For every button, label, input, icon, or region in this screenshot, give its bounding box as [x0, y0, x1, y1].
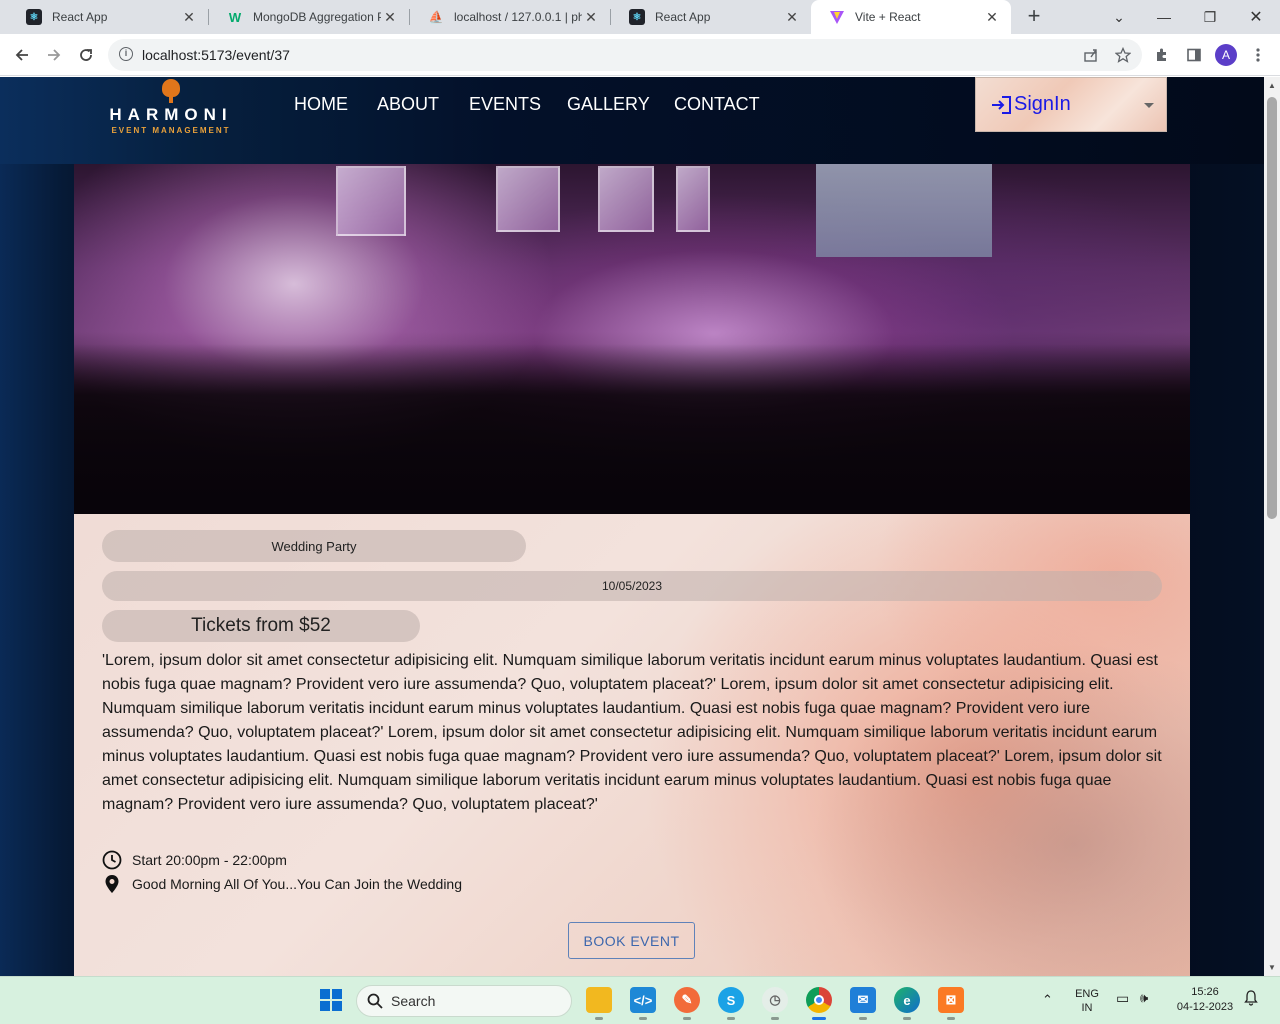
notification-bell-icon[interactable] — [1244, 990, 1258, 1009]
event-time: Start 20:00pm - 22:00pm — [132, 852, 287, 868]
nav-about[interactable]: ABOUT — [377, 94, 439, 115]
close-icon[interactable]: ✕ — [983, 9, 1001, 26]
scroll-down-icon[interactable]: ▼ — [1268, 963, 1276, 972]
logo-brand: HARMONI — [109, 105, 233, 124]
ticket-price: Tickets from $52 — [191, 615, 331, 636]
language-code: ENG — [1075, 988, 1099, 1000]
windows-taskbar: Search </> ✎ S ◷ ✉ e ⊠ ⌃ ENG IN ▭ 🕪 15:2… — [0, 976, 1280, 1024]
microphone-icon — [162, 79, 180, 103]
event-name-pill: Wedding Party — [102, 530, 526, 562]
chevron-down-icon[interactable] — [1144, 103, 1154, 108]
nav-gallery[interactable]: GALLERY — [567, 94, 650, 115]
back-icon[interactable] — [9, 43, 35, 67]
site-header: HARMONI EVENT MANAGEMENT HOME ABOUT EVEN… — [0, 77, 1264, 164]
edge-icon[interactable]: e — [894, 987, 920, 1020]
chrome-icon[interactable] — [806, 987, 832, 1020]
windows-start-icon[interactable] — [318, 987, 344, 1013]
book-event-button[interactable]: BOOK EVENT — [568, 922, 695, 959]
harmoni-logo[interactable]: HARMONI EVENT MANAGEMENT — [95, 79, 247, 139]
phpmyadmin-icon: ⛵ — [428, 10, 444, 24]
browser-tab[interactable]: W MongoDB Aggregation P ✕ — [209, 0, 409, 34]
address-bar[interactable]: i localhost:5173/event/37 — [108, 39, 1142, 71]
clock-time: 15:26 — [1191, 986, 1219, 998]
browser-tab-active[interactable]: Vite + React ✕ — [811, 0, 1011, 34]
volume-icon[interactable]: 🕪 — [1140, 990, 1148, 1006]
close-icon[interactable]: ✕ — [783, 9, 801, 26]
side-panel-icon[interactable] — [1183, 44, 1205, 66]
tab-title: Vite + React — [855, 10, 921, 24]
event-time-row: Start 20:00pm - 22:00pm — [102, 850, 287, 870]
language-indicator[interactable]: ENG IN — [1072, 987, 1102, 1015]
skype-icon[interactable]: S — [718, 987, 744, 1020]
reload-icon[interactable] — [73, 43, 99, 67]
event-hero-image — [74, 164, 1190, 514]
nav-home[interactable]: HOME — [294, 94, 348, 115]
tab-search-icon[interactable]: ⌄ — [1096, 0, 1142, 34]
browser-tab[interactable]: ⚛ React App ✕ — [8, 0, 208, 34]
signin-button[interactable]: SignIn — [990, 93, 1071, 116]
minimize-icon[interactable]: — — [1141, 0, 1187, 34]
event-details-card: Wedding Party 10/05/2023 Tickets from $5… — [74, 514, 1190, 976]
clock-icon — [102, 850, 126, 870]
share-icon[interactable] — [1080, 44, 1102, 66]
mail-icon[interactable]: ✉ — [850, 987, 876, 1020]
forward-icon[interactable] — [41, 43, 67, 67]
browser-tab[interactable]: ⚛ React App ✕ — [611, 0, 811, 34]
event-date-pill: 10/05/2023 — [102, 571, 1162, 601]
clock-app-icon[interactable]: ◷ — [762, 987, 788, 1020]
w3schools-icon: W — [228, 9, 242, 25]
login-icon — [992, 95, 1011, 114]
profile-avatar[interactable]: A — [1215, 44, 1237, 66]
event-description: 'Lorem, ipsum dolor sit amet consectetur… — [102, 652, 1162, 813]
tab-title: React App — [52, 10, 108, 24]
language-region: IN — [1081, 1002, 1093, 1014]
browser-toolbar: i localhost:5173/event/37 A — [0, 34, 1280, 76]
tab-title: MongoDB Aggregation P — [253, 10, 381, 24]
event-name: Wedding Party — [271, 538, 357, 554]
location-pin-icon — [102, 874, 126, 894]
close-icon[interactable]: ✕ — [381, 9, 399, 26]
vite-icon — [829, 9, 845, 25]
postman-icon[interactable]: ✎ — [674, 987, 700, 1020]
window-close-icon[interactable]: ✕ — [1233, 0, 1279, 34]
signin-label: SignIn — [1014, 93, 1071, 115]
network-icon[interactable]: ▭ — [1116, 990, 1129, 1007]
menu-dots-icon[interactable] — [1247, 44, 1269, 66]
logo-tagline: EVENT MANAGEMENT — [111, 126, 231, 135]
nav-contact[interactable]: CONTACT — [674, 94, 760, 115]
browser-tab[interactable]: ⛵ localhost / 127.0.0.1 | php ✕ — [410, 0, 610, 34]
browser-tab-strip: ⚛ React App ✕ W MongoDB Aggregation P ✕ … — [0, 0, 1280, 34]
page-viewport: HARMONI EVENT MANAGEMENT HOME ABOUT EVEN… — [0, 77, 1264, 976]
tab-title: localhost / 127.0.0.1 | php — [454, 10, 582, 24]
signin-dropdown[interactable]: SignIn — [975, 77, 1167, 132]
xampp-icon[interactable]: ⊠ — [938, 987, 964, 1020]
clock-readout[interactable]: 15:26 04-12-2023 — [1168, 985, 1242, 1015]
event-location: Good Morning All Of You...You Can Join t… — [132, 876, 463, 892]
ticket-price-pill: Tickets from $52 — [102, 610, 420, 642]
url-text[interactable]: localhost:5173/event/37 — [142, 47, 290, 63]
site-info-icon[interactable]: i — [119, 47, 133, 61]
event-date: 10/05/2023 — [601, 579, 663, 593]
search-placeholder: Search — [391, 993, 436, 1009]
scrollbar-thumb[interactable] — [1267, 97, 1277, 519]
clock-date: 04-12-2023 — [1176, 1001, 1234, 1013]
search-icon — [367, 993, 383, 1009]
file-explorer-icon[interactable] — [586, 987, 612, 1020]
new-tab-button[interactable]: + — [1022, 5, 1046, 29]
vscode-icon[interactable]: </> — [630, 987, 656, 1020]
taskbar-search[interactable]: Search — [356, 985, 572, 1017]
event-location-row: Good Morning All Of You...You Can Join t… — [102, 874, 462, 894]
page-scrollbar[interactable]: ▲ ▼ — [1264, 77, 1280, 976]
restore-icon[interactable]: ❐ — [1187, 0, 1233, 34]
bookmark-star-icon[interactable] — [1112, 44, 1134, 66]
react-icon: ⚛ — [629, 9, 645, 25]
scroll-up-icon[interactable]: ▲ — [1268, 81, 1276, 90]
tab-title: React App — [655, 10, 711, 24]
close-icon[interactable]: ✕ — [582, 9, 600, 26]
close-icon[interactable]: ✕ — [180, 9, 198, 26]
react-icon: ⚛ — [26, 9, 42, 25]
extensions-icon[interactable] — [1151, 44, 1173, 66]
show-hidden-icons-icon[interactable]: ⌃ — [1042, 992, 1053, 1008]
nav-events[interactable]: EVENTS — [469, 94, 541, 115]
